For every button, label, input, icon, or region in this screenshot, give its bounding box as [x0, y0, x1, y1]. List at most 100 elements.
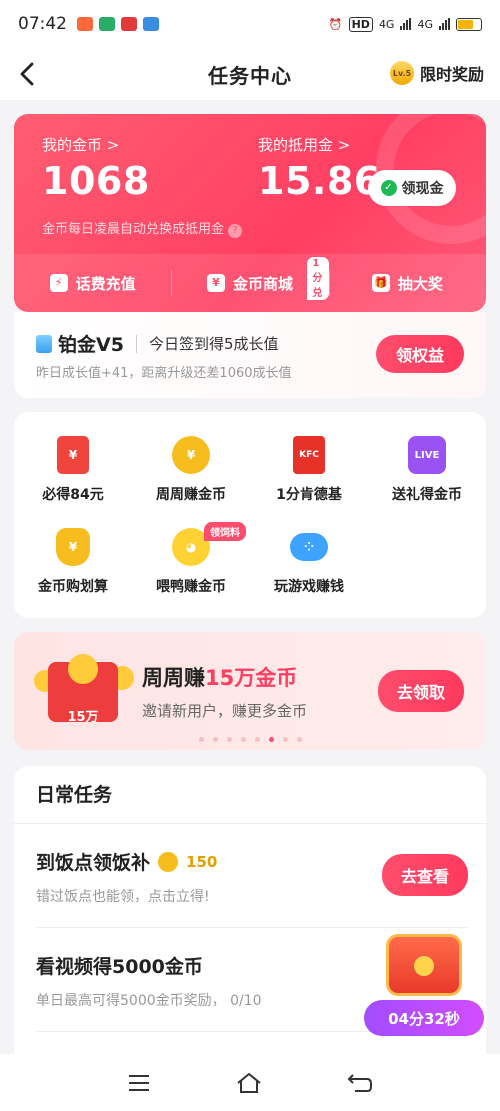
carousel-dots — [14, 737, 486, 742]
back-nav-icon[interactable] — [347, 1072, 373, 1094]
promo-title-prefix: 周周赚 — [142, 666, 205, 690]
level-title-row: 铂金V5 今日签到得5成长值 — [36, 330, 278, 357]
shortcut-lottery[interactable]: 🎁 抽大奖 — [328, 254, 486, 312]
grid-label: 玩游戏赚钱 — [274, 579, 344, 595]
grid-label: 必得84元 — [42, 487, 104, 503]
carousel-dot — [282, 737, 288, 742]
app-notification-icon — [77, 17, 93, 31]
kfc-icon: KFC — [293, 436, 325, 474]
money-bag-icon: ¥ — [56, 528, 90, 566]
check-icon: ✓ — [380, 180, 397, 196]
app-icon — [143, 17, 159, 31]
task-item: 到饭点领饭补 150 错过饭点也能领，点击立得! 去查看 — [36, 824, 468, 928]
grid-label: 喂鸭赚金币 — [156, 579, 226, 595]
treasure-chest-float[interactable]: 04分32秒 — [364, 934, 484, 1038]
platinum-icon — [36, 334, 52, 353]
signal-icon — [400, 18, 412, 30]
feed-tag: 领饲料 — [204, 522, 246, 541]
limited-reward-button[interactable]: Lv.5 限时奖励 — [389, 61, 484, 85]
level-subtitle: 今日签到得5成长值 — [148, 335, 279, 353]
net-label-2: 4G — [417, 17, 433, 31]
coins-value: 1068 — [42, 159, 150, 203]
net-label-1: 4G — [378, 17, 395, 31]
task-title-row: 看视频得5000金币 — [36, 952, 203, 979]
coin-icon — [158, 851, 179, 872]
grid-item-play-games[interactable]: ⁘ 玩游戏赚钱 — [250, 528, 368, 596]
status-time: 07:42 — [18, 14, 67, 34]
grid-item-weekly-coins[interactable]: ¥ 周周赚金币 — [132, 436, 250, 504]
toutiao-icon — [121, 17, 137, 31]
task-subtitle: 错过饭点也能领，点击立得! — [36, 889, 210, 905]
shortcut-label: 金币商城 — [232, 274, 293, 293]
task-view-button[interactable]: 去查看 — [382, 854, 468, 896]
help-icon[interactable]: ? — [228, 224, 243, 238]
status-bar: 07:42 ⏰ HD 4G 4G — [0, 0, 500, 48]
promo-title-highlight: 15万金币 — [205, 666, 298, 690]
task-title: 到饭点领饭补 — [36, 852, 151, 874]
task-subtitle: 单日最高可得5000金币奖励， 0/10 — [36, 993, 262, 1009]
system-nav-bar — [0, 1054, 500, 1111]
deduct-label: 我的抵用金 > — [258, 136, 351, 154]
gold-coin-icon: ¥ — [172, 436, 210, 474]
carousel-dot — [268, 737, 274, 742]
coin-mall-icon: ¥ — [206, 274, 225, 292]
task-title-row: 到饭点领饭补 150 — [36, 848, 217, 875]
grid-item-feed-duck[interactable]: ◕ 喂鸭赚金币 领饲料 — [132, 522, 250, 596]
deduct-block[interactable]: 我的抵用金 > 15.86 — [258, 134, 381, 203]
daily-tasks-header: 日常任务 — [14, 766, 486, 824]
wallet-card: 我的金币 > 1068 我的抵用金 > 15.86 ✓ 领现金 金币每日凌晨自动… — [14, 114, 486, 312]
carousel-dot — [240, 737, 246, 742]
grid-label: 金币购划算 — [38, 579, 108, 595]
grid-label: 送礼得金币 — [392, 487, 462, 503]
grid-item-live-gift[interactable]: LIVE 送礼得金币 — [368, 436, 486, 504]
home-icon[interactable] — [235, 1071, 263, 1095]
one-cent-badge: 1分兑 — [307, 257, 329, 300]
grid-item-red-envelope[interactable]: ¥ 必得84元 — [14, 436, 132, 504]
coins-label: 我的金币 > — [42, 136, 120, 154]
carousel-dot — [212, 737, 218, 742]
menu-icon[interactable] — [127, 1073, 151, 1093]
carousel-dot — [226, 737, 232, 742]
chest-timer: 04分32秒 — [364, 1000, 484, 1036]
gamepad-icon: ⁘ — [290, 533, 328, 561]
task-title: 看视频得5000金币 — [36, 956, 203, 978]
coins-block[interactable]: 我的金币 > 1068 — [42, 134, 150, 203]
red-envelope-illustration: 15万 — [34, 654, 134, 725]
hd-icon: HD — [348, 16, 373, 32]
grid-label: 1分肯德基 — [276, 487, 342, 503]
promo-subtitle: 邀请新用户，赚更多金币 — [142, 702, 308, 720]
feature-grid: ¥ 必得84元 ¥ 周周赚金币 KFC 1分肯德基 LIVE 送礼得金币 ¥ 金… — [14, 412, 486, 618]
reward-label: 限时奖励 — [419, 65, 484, 84]
carousel-dot — [198, 737, 204, 742]
claim-benefits-button[interactable]: 领权益 — [376, 335, 464, 373]
carousel-dot — [254, 737, 260, 742]
shortcut-label: 抽大奖 — [397, 274, 443, 293]
get-cash-label: 领现金 — [401, 181, 444, 197]
coin-top — [68, 654, 98, 684]
level-card: 铂金V5 今日签到得5成长值 昨日成长值+41，距离升级还差1060成长值 领权… — [14, 312, 486, 398]
gift-icon: 🎁 — [371, 274, 390, 292]
promo-banner[interactable]: 15万 周周赚15万金币 邀请新用户，赚更多金币 去领取 — [14, 632, 486, 750]
task-coins: 150 — [186, 852, 218, 871]
grid-label: 周周赚金币 — [156, 487, 226, 503]
promo-claim-button[interactable]: 去领取 — [378, 670, 464, 712]
live-icon: LIVE — [408, 436, 446, 474]
get-cash-button[interactable]: ✓ 领现金 — [368, 170, 456, 206]
nav-bar: 任务中心 Lv.5 限时奖励 — [0, 48, 500, 100]
deduct-value: 15.86 — [258, 159, 381, 203]
grid-item-coin-shopping[interactable]: ¥ 金币购划算 — [14, 528, 132, 596]
shortcut-phone-recharge[interactable]: ⚡ 话费充值 — [14, 254, 171, 312]
exchange-hint-text: 金币每日凌晨自动兑换成抵用金 — [42, 222, 225, 237]
carousel-dot — [296, 737, 302, 742]
level-desc: 昨日成长值+41，距离升级还差1060成长值 — [36, 366, 292, 381]
shortcut-label: 话费充值 — [75, 274, 136, 293]
level-title: 铂金V5 — [58, 334, 124, 356]
signal-icon-2 — [439, 18, 450, 30]
red-envelope-icon: ¥ — [57, 436, 89, 474]
shortcut-coin-mall[interactable]: ¥ 金币商城 1分兑 — [171, 254, 329, 312]
divider — [135, 334, 137, 353]
battery-icon — [456, 17, 482, 31]
grid-item-kfc[interactable]: KFC 1分肯德基 — [250, 436, 368, 504]
level-badge-icon: Lv.5 — [389, 61, 414, 85]
chest-lock-icon — [414, 956, 434, 976]
